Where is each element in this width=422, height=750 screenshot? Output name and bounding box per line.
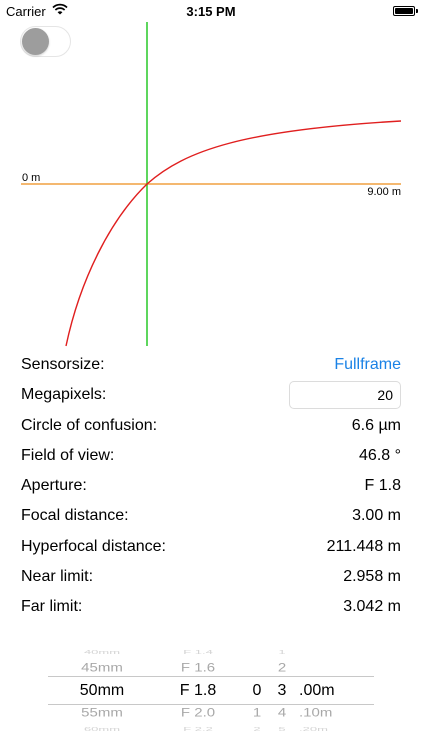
picker-aperture-option[interactable]: F 2.2 xyxy=(183,724,213,734)
fov-value: 46.8 ° xyxy=(359,446,401,464)
picker-focal-length-option[interactable]: 50mm xyxy=(80,680,124,702)
origin-label: 0 m xyxy=(22,172,40,184)
settings-row-fov: Field of view: 46.8 ° xyxy=(21,441,401,471)
coc-label: Circle of confusion: xyxy=(21,416,158,434)
settings-row-far-limit: Far limit: 3.042 m xyxy=(21,592,401,622)
far-limit-label: Far limit: xyxy=(21,598,83,616)
mode-toggle[interactable] xyxy=(20,26,71,57)
picker-meters-option[interactable]: 2 xyxy=(253,724,260,734)
end-label: 9.00 m xyxy=(367,186,401,198)
settings-row-aperture: Aperture: F 1.8 xyxy=(21,471,401,501)
picker-focal-length-option[interactable]: 40mm xyxy=(84,647,120,657)
picker-digit-option[interactable]: 4 xyxy=(278,704,286,722)
picker-focal-length-option[interactable]: 45mm xyxy=(81,659,123,677)
picker-meters-option[interactable]: 1 xyxy=(253,704,261,722)
picker-aperture-option[interactable]: F 1.4 xyxy=(183,647,213,657)
picker-aperture-option[interactable]: F 1.6 xyxy=(181,659,215,677)
settings-row-megapixels: Megapixels: xyxy=(21,380,401,410)
settings-list: Sensorsize: Fullframe Megapixels: Circle… xyxy=(21,350,401,623)
focal-distance-label: Focal distance: xyxy=(21,507,129,525)
sensorsize-label: Sensorsize: xyxy=(21,356,105,373)
picker-digit-option[interactable]: 3 xyxy=(278,680,287,702)
sensorsize-link[interactable]: Fullframe xyxy=(334,350,401,380)
hyperfocal-label: Hyperfocal distance: xyxy=(21,537,166,555)
focal-distance-value: 3.00 m xyxy=(352,507,401,525)
picker-digit-option[interactable]: 5 xyxy=(278,724,285,734)
settings-row-sensorsize[interactable]: Sensorsize: Fullframe xyxy=(21,350,401,380)
picker-aperture-option[interactable]: F 2.0 xyxy=(181,704,215,722)
picker-decimal-option[interactable]: .20m xyxy=(299,724,328,734)
picker-focal-length-option[interactable]: 60mm xyxy=(84,724,120,734)
picker-decimal-option[interactable]: .10m xyxy=(299,704,332,722)
fov-label: Field of view: xyxy=(21,446,115,464)
toggle-knob xyxy=(22,28,49,55)
coc-value: 6.6 µm xyxy=(351,416,401,434)
picker-digit-option[interactable]: 2 xyxy=(278,659,286,677)
aperture-value: F 1.8 xyxy=(364,477,401,495)
settings-row-coc: Circle of confusion: 6.6 µm xyxy=(21,411,401,441)
megapixels-label: Megapixels: xyxy=(21,386,107,404)
near-limit-value: 2.958 m xyxy=(343,568,401,586)
picker-focal-length-option[interactable]: 55mm xyxy=(81,704,123,722)
picker-decimal-option[interactable]: .00m xyxy=(299,680,335,702)
lens-picker[interactable]: 40mm 45mm 50mm 55mm 60mm F 1.4 F 1.6 F 1.8 F 2.0… xyxy=(48,636,374,750)
settings-row-hyperfocal: Hyperfocal distance: 211.448 m xyxy=(21,532,401,562)
near-limit-label: Near limit: xyxy=(21,568,94,586)
picker-digit-option[interactable]: 1 xyxy=(278,647,285,657)
hyperfocal-value: 211.448 m xyxy=(326,537,401,555)
megapixels-field[interactable] xyxy=(289,381,401,410)
far-limit-value: 3.042 m xyxy=(343,598,401,616)
picker-aperture-option[interactable]: F 1.8 xyxy=(180,680,216,702)
dof-curve xyxy=(65,120,402,347)
settings-row-focal-distance: Focal distance: 3.00 m xyxy=(21,501,401,531)
picker-meters-option[interactable]: 0 xyxy=(253,680,262,702)
aperture-label: Aperture: xyxy=(21,477,87,495)
settings-row-near-limit: Near limit: 2.958 m xyxy=(21,562,401,592)
